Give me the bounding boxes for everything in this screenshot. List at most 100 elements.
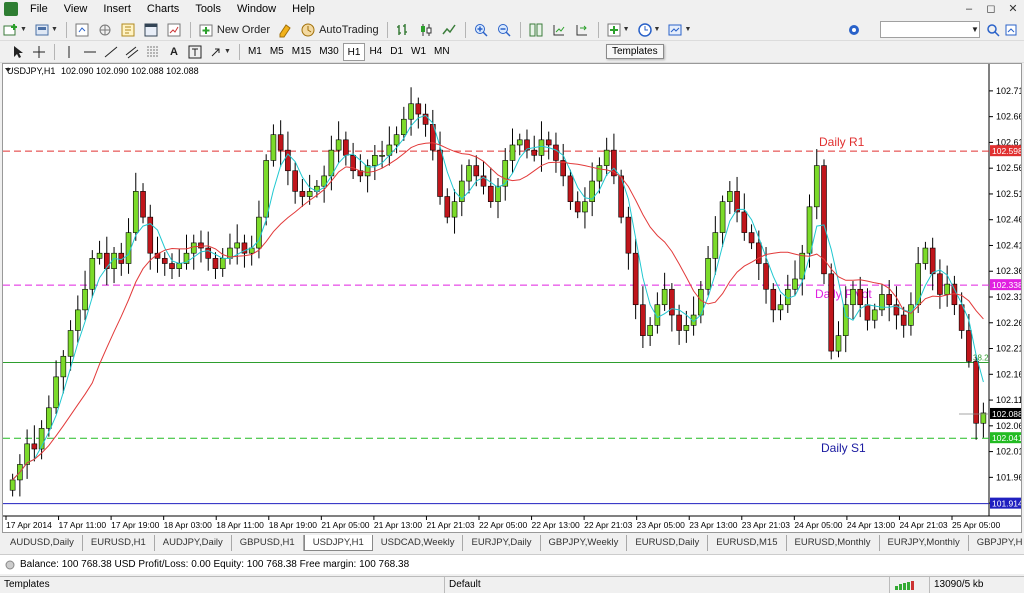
zoom-in-button[interactable] [470, 20, 492, 40]
chart-window[interactable]: USDJPY,H1 102.090 102.090 102.088 102.088… [2, 63, 1022, 533]
timeframe-mn[interactable]: MN [430, 43, 454, 61]
text-label-button[interactable] [185, 42, 205, 62]
chart-tab[interactable]: USDCAD,Weekly [373, 535, 464, 551]
chart-shift-button[interactable] [548, 20, 570, 40]
bear-candle [748, 232, 755, 244]
navigator-button[interactable] [117, 20, 139, 40]
timeframe-h1[interactable]: H1 [342, 42, 366, 61]
bull-candle [190, 242, 197, 254]
close-button[interactable]: ✕ [1002, 0, 1024, 18]
bear-candle [770, 288, 777, 311]
timeframe-m5[interactable]: M5 [266, 43, 288, 61]
balance-text: Balance: 100 768.38 USD Profit/Loss: 0.0… [20, 559, 410, 570]
chart-tab[interactable]: EURUSD,Daily [627, 535, 709, 551]
bear-candle [574, 201, 581, 213]
bull-candle [495, 185, 501, 202]
templates-button[interactable]: ▼ [664, 20, 694, 40]
tile-windows-button[interactable] [525, 20, 547, 40]
bear-candle [828, 273, 835, 352]
fibo-level-label: 38.2 [973, 353, 989, 362]
metaeditor-button[interactable] [274, 20, 296, 40]
bull-candle [219, 258, 226, 269]
community-icon[interactable] [1001, 20, 1021, 40]
bar-chart-button[interactable] [392, 20, 414, 40]
timeframe-m1[interactable]: M1 [244, 43, 266, 61]
horizontal-line-button[interactable] [80, 42, 100, 62]
strategy-tester-button[interactable] [163, 20, 185, 40]
timeframe-d1[interactable]: D1 [386, 43, 407, 61]
chevron-down-icon: ▼ [653, 26, 661, 33]
crosshair-button[interactable] [29, 42, 49, 62]
periods-button[interactable]: ▼ [634, 20, 664, 40]
arrows-button[interactable]: ▼ [206, 42, 234, 62]
terminal-button[interactable] [140, 20, 162, 40]
toolbar-separator [597, 21, 599, 38]
bull-candle [176, 263, 183, 269]
chart-tab[interactable]: EURUSD,H1 [83, 535, 155, 551]
text-button[interactable]: A [164, 42, 184, 62]
standard-toolbar: ▼ ▼ New Order AutoTrading ▼ ▼ ▼ ▼ [0, 19, 1024, 41]
search-dropdown-icon[interactable]: ▼ [965, 20, 985, 40]
bull-candle [82, 288, 88, 311]
bull-candle [509, 144, 516, 161]
x-tick-label: 24 Apr 13:00 [847, 520, 895, 530]
menu-tools[interactable]: Tools [187, 0, 229, 18]
bull-candle [125, 232, 132, 264]
cursor-button[interactable] [8, 42, 28, 62]
menu-charts[interactable]: Charts [139, 0, 187, 18]
new-chart-button[interactable]: ▼ [0, 20, 30, 40]
new-order-button[interactable]: New Order [195, 20, 273, 40]
bull-candle [705, 258, 711, 290]
candlestick-chart-button[interactable] [415, 20, 437, 40]
autotrading-button[interactable]: AutoTrading [297, 20, 382, 40]
vertical-line-button[interactable] [59, 42, 79, 62]
auto-scroll-button[interactable] [571, 20, 593, 40]
market-watch-button[interactable] [71, 20, 93, 40]
bear-candle [343, 139, 349, 156]
menu-insert[interactable]: Insert [95, 0, 139, 18]
x-tick-label: 17 Apr 19:00 [111, 520, 159, 530]
chart-tab[interactable]: USDJPY,H1 [303, 535, 373, 551]
line-chart-button[interactable] [438, 20, 460, 40]
chart-tab[interactable]: AUDJPY,Daily [155, 535, 232, 551]
timeframe-h4[interactable]: H4 [365, 43, 386, 61]
zoom-out-button[interactable] [493, 20, 515, 40]
menu-help[interactable]: Help [284, 0, 323, 18]
bear-candle [531, 149, 538, 156]
chart-tab[interactable]: AUDUSD,Daily [2, 535, 83, 551]
timeframe-w1[interactable]: W1 [407, 43, 430, 61]
chart-tab[interactable]: EURUSD,Monthly [787, 535, 880, 551]
chart-tab[interactable]: EURUSD,M15 [708, 535, 787, 551]
menu-file[interactable]: File [22, 0, 56, 18]
chart-tab[interactable]: GBPJPY,H4 [969, 535, 1022, 551]
chart-tab[interactable]: EURJPY,Monthly [880, 535, 969, 551]
search-icon[interactable] [983, 20, 1003, 40]
equidistant-channel-button[interactable] [122, 42, 142, 62]
chart-tab[interactable]: GBPJPY,Weekly [541, 535, 628, 551]
data-window-button[interactable] [94, 20, 116, 40]
bear-candle [632, 252, 639, 306]
x-tick-label: 18 Apr 11:00 [216, 520, 264, 530]
timeframe-m30[interactable]: M30 [315, 43, 342, 61]
indicators-button[interactable]: ▼ [603, 20, 633, 40]
bull-candle [132, 191, 139, 233]
menu-window[interactable]: Window [229, 0, 284, 18]
bear-candle [864, 304, 871, 321]
bear-candle [285, 149, 291, 172]
minimize-button[interactable]: – [958, 0, 980, 18]
x-tick-label: 23 Apr 13:00 [689, 520, 737, 530]
x-tick-label: 18 Apr 03:00 [164, 520, 212, 530]
restore-button[interactable]: ◻ [980, 0, 1002, 18]
chart-tab[interactable]: EURJPY,Daily [463, 535, 541, 551]
menu-view[interactable]: View [56, 0, 96, 18]
settings-icon[interactable] [843, 20, 865, 40]
bull-candle [96, 252, 103, 259]
bull-candle [850, 288, 856, 306]
bear-candle [31, 443, 38, 450]
timeframe-m15[interactable]: M15 [288, 43, 315, 61]
price-chart[interactable]: USDJPY,H1 102.090 102.090 102.088 102.088… [3, 64, 1021, 532]
profiles-button[interactable]: ▼ [31, 20, 61, 40]
chart-tab[interactable]: GBPUSD,H1 [232, 535, 304, 551]
fibonacci-button[interactable] [143, 42, 163, 62]
trendline-button[interactable] [101, 42, 121, 62]
